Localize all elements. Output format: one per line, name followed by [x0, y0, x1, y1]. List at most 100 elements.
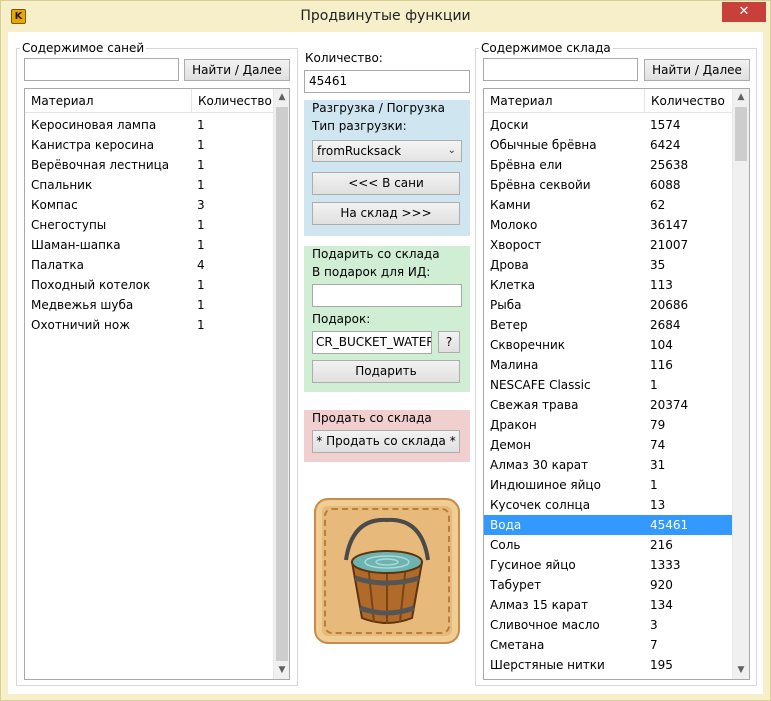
- table-row[interactable]: Походный котелок 1: [25, 275, 273, 295]
- table-row[interactable]: Рыба 20686: [484, 295, 732, 315]
- table-row[interactable]: Доски 1574: [484, 115, 732, 135]
- sled-search-input[interactable]: [24, 58, 179, 81]
- quantity-cell: 1: [197, 318, 205, 332]
- quantity-cell: 1: [197, 178, 205, 192]
- table-row[interactable]: Компас 3: [25, 195, 273, 215]
- material-cell: Камни: [490, 198, 531, 212]
- sell-title: Продать со склада: [312, 411, 432, 425]
- sled-col-quantity[interactable]: Количество: [191, 89, 273, 113]
- material-cell: Канистра керосина: [31, 138, 155, 152]
- table-row[interactable]: Шерстяные нитки 195: [484, 655, 732, 675]
- material-cell: Алмаз 15 карат: [490, 598, 589, 612]
- quantity-cell: 3: [650, 618, 658, 632]
- table-row[interactable]: Дрова 35: [484, 255, 732, 275]
- table-row[interactable]: Камни 62: [484, 195, 732, 215]
- to-warehouse-button[interactable]: На склад >>>: [312, 202, 460, 225]
- title-bar[interactable]: K Продвинутые функции ✕: [1, 1, 770, 32]
- sled-scroll-thumb[interactable]: [276, 107, 288, 661]
- table-row[interactable]: Соль 216: [484, 535, 732, 555]
- warehouse-scrollbar[interactable]: ▲ ▼: [732, 89, 749, 679]
- material-cell: Медвежья шуба: [31, 298, 134, 312]
- quantity-input[interactable]: 45461: [304, 70, 470, 93]
- table-row[interactable]: Обычные брёвна 6424: [484, 135, 732, 155]
- material-cell: Алмаз 30 карат: [490, 458, 589, 472]
- table-row[interactable]: Индюшиное яйцо 1: [484, 475, 732, 495]
- table-row[interactable]: Молоко 36147: [484, 215, 732, 235]
- table-row[interactable]: Кусочек солнца 13: [484, 495, 732, 515]
- quantity-cell: 1: [197, 138, 205, 152]
- table-row[interactable]: Канистра керосина 1: [25, 135, 273, 155]
- sled-scrollbar[interactable]: ▲ ▼: [273, 89, 289, 679]
- table-row[interactable]: Медвежья шуба 1: [25, 295, 273, 315]
- sled-find-button[interactable]: Найти / Далее: [184, 59, 290, 81]
- gift-item-input[interactable]: CR_BUCKET_WATER: [312, 331, 432, 354]
- unload-type-select[interactable]: fromRucksack ⌄: [312, 140, 462, 162]
- table-row[interactable]: Свежая трава 20374: [484, 395, 732, 415]
- water-bucket-icon: [344, 517, 430, 624]
- gift-button[interactable]: Подарить: [312, 360, 460, 383]
- table-row[interactable]: Брёвна секвойи 6088: [484, 175, 732, 195]
- gift-recipient-input[interactable]: [312, 284, 462, 307]
- table-row[interactable]: Ветер 2684: [484, 315, 732, 335]
- table-row[interactable]: Снегоступы 1: [25, 215, 273, 235]
- table-row[interactable]: Охотничий нож 1: [25, 315, 273, 335]
- quantity-cell: 1: [197, 298, 205, 312]
- table-row[interactable]: Шаман-шапка 1: [25, 235, 273, 255]
- to-sled-button[interactable]: <<< В сани: [312, 172, 460, 195]
- table-row[interactable]: Верёвочная лестница 1: [25, 155, 273, 175]
- quantity-cell: 1: [197, 278, 205, 292]
- table-row[interactable]: Хворост 21007: [484, 235, 732, 255]
- quantity-cell: 1: [650, 478, 658, 492]
- table-row[interactable]: Скворечник 104: [484, 335, 732, 355]
- gift-help-button[interactable]: ?: [438, 331, 460, 353]
- sled-list[interactable]: Материал Количество Керосиновая лампа 1 Ка…: [24, 88, 290, 680]
- quantity-cell: 116: [650, 358, 673, 372]
- quantity-cell: 45461: [650, 518, 689, 532]
- warehouse-col-quantity[interactable]: Количество: [644, 89, 732, 113]
- warehouse-scroll-thumb[interactable]: [735, 107, 747, 161]
- item-image-frame: [314, 498, 460, 644]
- material-cell: Хворост: [490, 238, 542, 252]
- table-row[interactable]: Спальник 1: [25, 175, 273, 195]
- table-row[interactable]: Табурет 920: [484, 575, 732, 595]
- table-row[interactable]: Палатка 4: [25, 255, 273, 275]
- table-row[interactable]: Алмаз 30 карат 31: [484, 455, 732, 475]
- table-row[interactable]: Вода 45461: [484, 515, 732, 535]
- table-row[interactable]: Дракон 79: [484, 415, 732, 435]
- table-row[interactable]: Гусиное яйцо 1333: [484, 555, 732, 575]
- quantity-cell: 1: [197, 218, 205, 232]
- quantity-cell: 2684: [650, 318, 681, 332]
- scroll-up-icon[interactable]: ▲: [274, 89, 289, 106]
- table-row[interactable]: Брёвна ели 25638: [484, 155, 732, 175]
- table-row[interactable]: Демон 74: [484, 435, 732, 455]
- quantity-cell: 113: [650, 278, 673, 292]
- scroll-up-icon[interactable]: ▲: [733, 89, 749, 106]
- table-row[interactable]: Клетка 113: [484, 275, 732, 295]
- table-row[interactable]: Сливочное масло 3: [484, 615, 732, 635]
- scroll-down-icon[interactable]: ▼: [733, 662, 749, 679]
- quantity-cell: 104: [650, 338, 673, 352]
- table-row[interactable]: Малина 116: [484, 355, 732, 375]
- close-button[interactable]: ✕: [722, 2, 766, 22]
- table-row[interactable]: Керосиновая лампа 1: [25, 115, 273, 135]
- warehouse-col-material[interactable]: Материал: [484, 89, 644, 113]
- table-row[interactable]: Алмаз 15 карат 134: [484, 595, 732, 615]
- scroll-down-icon[interactable]: ▼: [274, 662, 289, 679]
- warehouse-find-button[interactable]: Найти / Далее: [644, 59, 750, 81]
- sled-list-header: Материал Количество: [25, 89, 273, 113]
- warehouse-search-input[interactable]: [483, 58, 638, 81]
- material-cell: Керосиновая лампа: [31, 118, 157, 132]
- table-row[interactable]: Сметана 7: [484, 635, 732, 655]
- unload-title: Разгрузка / Погрузка: [312, 101, 446, 115]
- sell-button[interactable]: * Продать со склада *: [312, 430, 460, 453]
- material-cell: Демон: [490, 438, 531, 452]
- table-row[interactable]: NESCAFE Classic 1: [484, 375, 732, 395]
- quantity-cell: 920: [650, 578, 673, 592]
- material-cell: NESCAFE Classic: [490, 378, 591, 392]
- quantity-cell: 1: [197, 238, 205, 252]
- sled-col-material[interactable]: Материал: [25, 89, 191, 113]
- material-cell: Доски: [490, 118, 529, 132]
- warehouse-list[interactable]: Материал Количество Доски 1574 Обычные брё…: [483, 88, 750, 680]
- material-cell: Клетка: [490, 278, 536, 292]
- material-cell: Ветер: [490, 318, 528, 332]
